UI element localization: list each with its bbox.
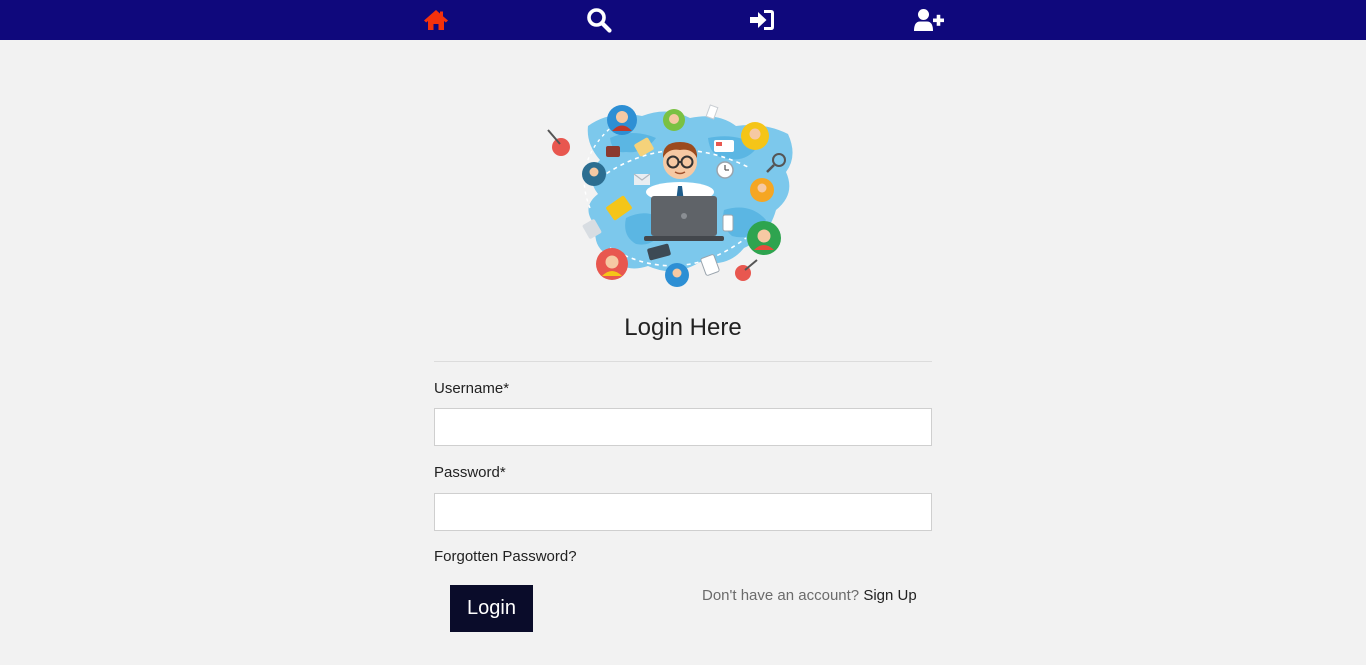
username-field[interactable] — [434, 408, 932, 446]
password-label: Password* — [434, 464, 506, 481]
search-icon[interactable] — [584, 6, 614, 34]
forgot-password-link[interactable]: Forgotten Password? — [434, 548, 577, 565]
title-divider — [434, 361, 932, 362]
sign-in-icon[interactable] — [747, 6, 777, 34]
signup-prompt-text: Don't have an account? — [702, 587, 860, 604]
signup-link[interactable]: Sign Up — [863, 587, 916, 604]
signup-prompt-line: Don't have an account? Sign Up — [702, 587, 917, 604]
home-icon[interactable] — [421, 6, 451, 34]
login-button[interactable]: Login — [450, 585, 533, 632]
username-label: Username* — [434, 380, 510, 397]
page-title: Login Here — [624, 314, 742, 341]
top-navbar — [0, 0, 1366, 40]
password-field[interactable] — [434, 493, 932, 531]
user-plus-icon[interactable] — [912, 6, 946, 34]
networking-illustration — [540, 98, 802, 294]
